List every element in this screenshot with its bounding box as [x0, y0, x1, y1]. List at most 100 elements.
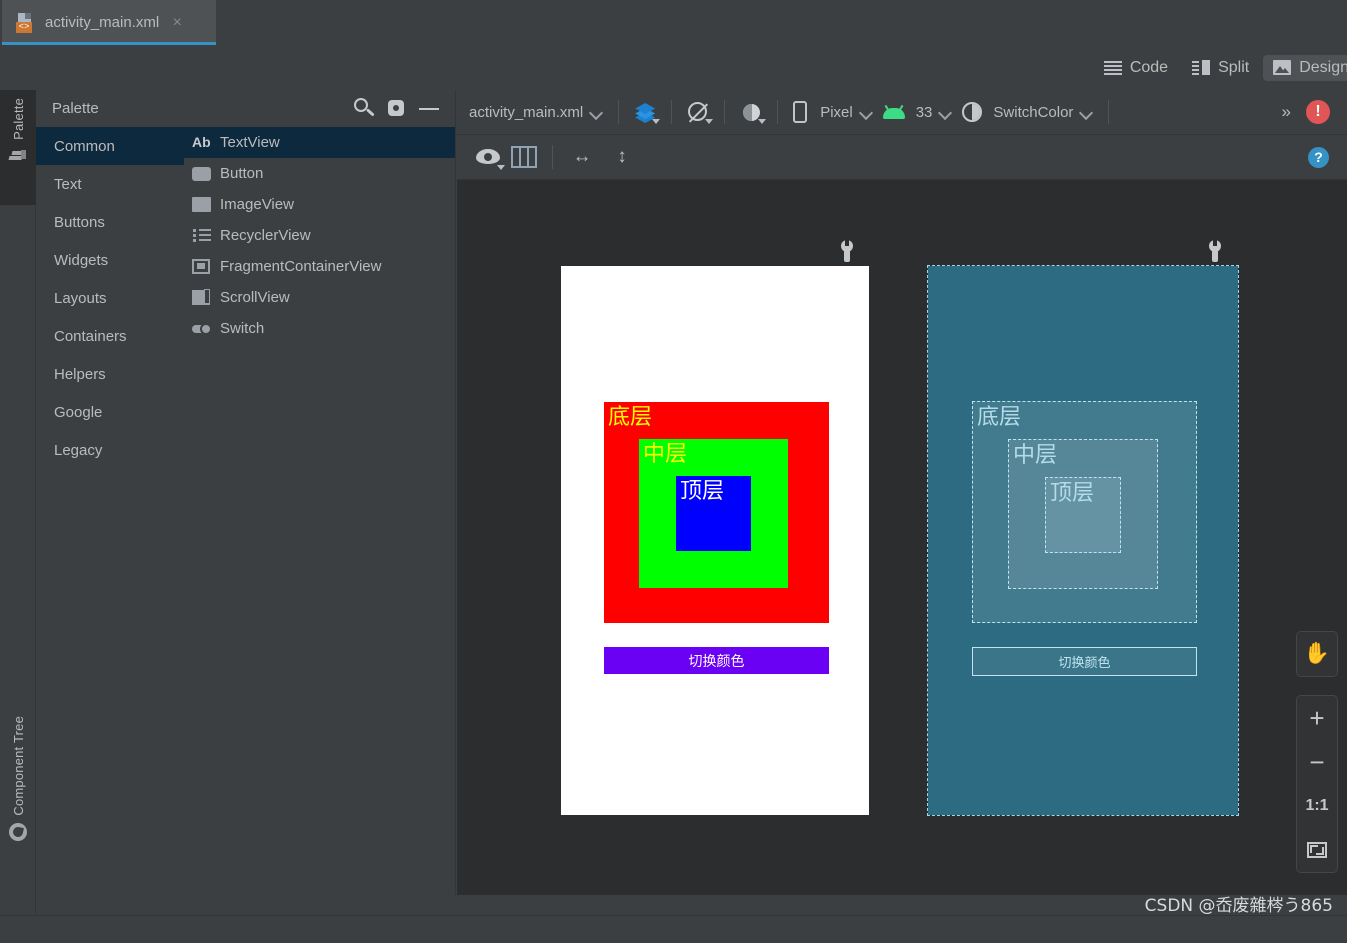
theme-icon-wrap [958, 97, 986, 127]
palette-category-label: Legacy [54, 442, 102, 459]
palette-item-recyclerview[interactable]: RecyclerView [184, 220, 455, 251]
layer-bottom-view[interactable]: 底层 中层 顶层 [604, 402, 829, 623]
palette-item-label: TextView [220, 134, 280, 151]
design-options-wrench-icon[interactable] [839, 240, 855, 262]
blueprint-options-wrench-icon[interactable] [1207, 240, 1223, 262]
width-constraint-button[interactable]: ↔ [562, 142, 602, 172]
android-icon [883, 106, 905, 119]
phone-icon [793, 101, 807, 123]
design-toolbar: activity_main.xml [457, 90, 1347, 135]
chevron-down-icon[interactable] [940, 107, 951, 118]
blueprint-layer-bottom-label: 底层 [977, 407, 1021, 429]
zoom-actual-size-button[interactable]: 1:1 [1297, 784, 1337, 828]
toolbar-separator [671, 100, 672, 124]
layer-top-view[interactable]: 顶层 [676, 476, 751, 551]
component-tree-strip-label: Component Tree [11, 716, 26, 816]
blueprint-layer-top[interactable]: 顶层 [1045, 477, 1121, 553]
one-to-one-icon: 1:1 [1305, 797, 1328, 815]
help-badge[interactable]: ? [1308, 147, 1329, 168]
tool-window-button-palette[interactable]: Palette [0, 90, 36, 205]
palette-category-layouts[interactable]: Layouts [36, 279, 184, 317]
fit-screen-icon [1307, 842, 1327, 858]
palette-item-switch[interactable]: Switch [184, 313, 455, 344]
editor-tab-bar: <> activity_main.xml × [0, 0, 1347, 45]
split-view-icon [1192, 60, 1210, 75]
tab-code[interactable]: Code [1094, 55, 1178, 81]
palette-item-button[interactable]: Button [184, 158, 455, 189]
design-canvas[interactable]: 底层 中层 顶层 切换颜色 底层 中层 [457, 181, 1347, 895]
tab-design-label: Design [1299, 59, 1347, 77]
palette-category-label: Google [54, 404, 102, 421]
palette-title: Palette [52, 100, 346, 117]
toolbar-separator [552, 145, 553, 169]
palette-item-label: RecyclerView [220, 227, 311, 244]
zoom-out-button[interactable]: − [1297, 740, 1337, 784]
palette-category-text[interactable]: Text [36, 165, 184, 203]
blueprint-switch-color-button[interactable]: 切换颜色 [972, 647, 1197, 676]
palette-item-scrollview[interactable]: ScrollView [184, 282, 455, 313]
design-toolbar-secondary: ↔ ↕ ? [457, 135, 1347, 180]
device-preview-blueprint[interactable]: 底层 中层 顶层 切换颜色 [928, 266, 1238, 815]
contrast-icon [962, 102, 982, 122]
chevron-down-icon[interactable] [861, 107, 872, 118]
layer-middle-view[interactable]: 中层 顶层 [639, 439, 788, 588]
switch-color-button[interactable]: 切换颜色 [604, 647, 829, 674]
left-tool-strip: Palette Component Tree [0, 90, 36, 915]
orientation-button[interactable] [681, 97, 715, 127]
chevron-down-icon[interactable] [591, 107, 602, 118]
tab-design[interactable]: Design [1263, 55, 1347, 81]
blueprint-layer-bottom[interactable]: 底层 中层 顶层 [972, 401, 1197, 623]
chevron-down-icon[interactable] [1081, 107, 1092, 118]
layout-columns-button[interactable] [505, 142, 543, 172]
palette-item-fragmentcontainerview[interactable]: FragmentContainerView [184, 251, 455, 282]
palette-category-google[interactable]: Google [36, 393, 184, 431]
recycler-view-icon [192, 226, 211, 245]
editor-mode-switch: Code Split Design [1094, 45, 1347, 90]
palette-item-imageview[interactable]: ImageView [184, 189, 455, 220]
device-selector-label[interactable]: Pixel [820, 104, 853, 121]
blueprint-layer-middle[interactable]: 中层 顶层 [1008, 439, 1158, 589]
palette-category-helpers[interactable]: Helpers [36, 355, 184, 393]
theme-selector-label[interactable]: SwitchColor [993, 104, 1073, 121]
tab-split[interactable]: Split [1182, 55, 1259, 81]
palette-item-list: Ab TextView Button ImageView RecyclerVie… [184, 127, 455, 895]
toolbar-overflow-button[interactable]: » [1282, 102, 1289, 122]
search-icon[interactable] [352, 96, 378, 122]
design-image-icon [1273, 60, 1291, 75]
error-badge[interactable]: ! [1306, 100, 1330, 124]
editor-tab-activity-main-xml[interactable]: <> activity_main.xml × [2, 0, 216, 45]
palette-item-label: ImageView [220, 196, 294, 213]
palette-category-label: Layouts [54, 290, 107, 307]
minimize-icon[interactable] [416, 96, 442, 122]
zoom-in-button[interactable]: + [1297, 696, 1337, 740]
palette-strip-label: Palette [11, 98, 26, 140]
button-icon [192, 164, 211, 183]
ui-mode-button[interactable] [734, 97, 768, 127]
palette-item-textview[interactable]: Ab TextView [184, 127, 455, 158]
palette-category-legacy[interactable]: Legacy [36, 431, 184, 469]
config-file-name[interactable]: activity_main.xml [469, 104, 583, 121]
tab-split-label: Split [1218, 59, 1249, 77]
gear-icon[interactable] [384, 96, 410, 122]
eye-icon [476, 147, 502, 167]
palette-category-containers[interactable]: Containers [36, 317, 184, 355]
switch-icon [192, 319, 211, 338]
device-preview-design[interactable]: 底层 中层 顶层 切换颜色 [561, 266, 869, 815]
height-constraint-button[interactable]: ↕ [602, 142, 642, 172]
palette-category-common[interactable]: Common [36, 127, 184, 165]
zoom-to-fit-button[interactable] [1297, 828, 1337, 872]
palette-category-widgets[interactable]: Widgets [36, 241, 184, 279]
toolbar-separator [777, 100, 778, 124]
palette-category-label: Buttons [54, 214, 105, 231]
api-icon-wrap [879, 97, 909, 127]
visibility-button[interactable] [473, 142, 505, 172]
palette-category-buttons[interactable]: Buttons [36, 203, 184, 241]
close-icon[interactable]: × [169, 15, 185, 31]
pan-hand-button[interactable]: ✋ [1297, 632, 1337, 676]
tool-window-button-component-tree[interactable]: Component Tree [0, 710, 36, 910]
layers-button[interactable] [628, 97, 662, 127]
xml-file-icon: <> [16, 13, 36, 33]
api-level-label[interactable]: 33 [916, 104, 933, 121]
palette-category-label: Containers [54, 328, 127, 345]
palette-category-label: Text [54, 176, 82, 193]
